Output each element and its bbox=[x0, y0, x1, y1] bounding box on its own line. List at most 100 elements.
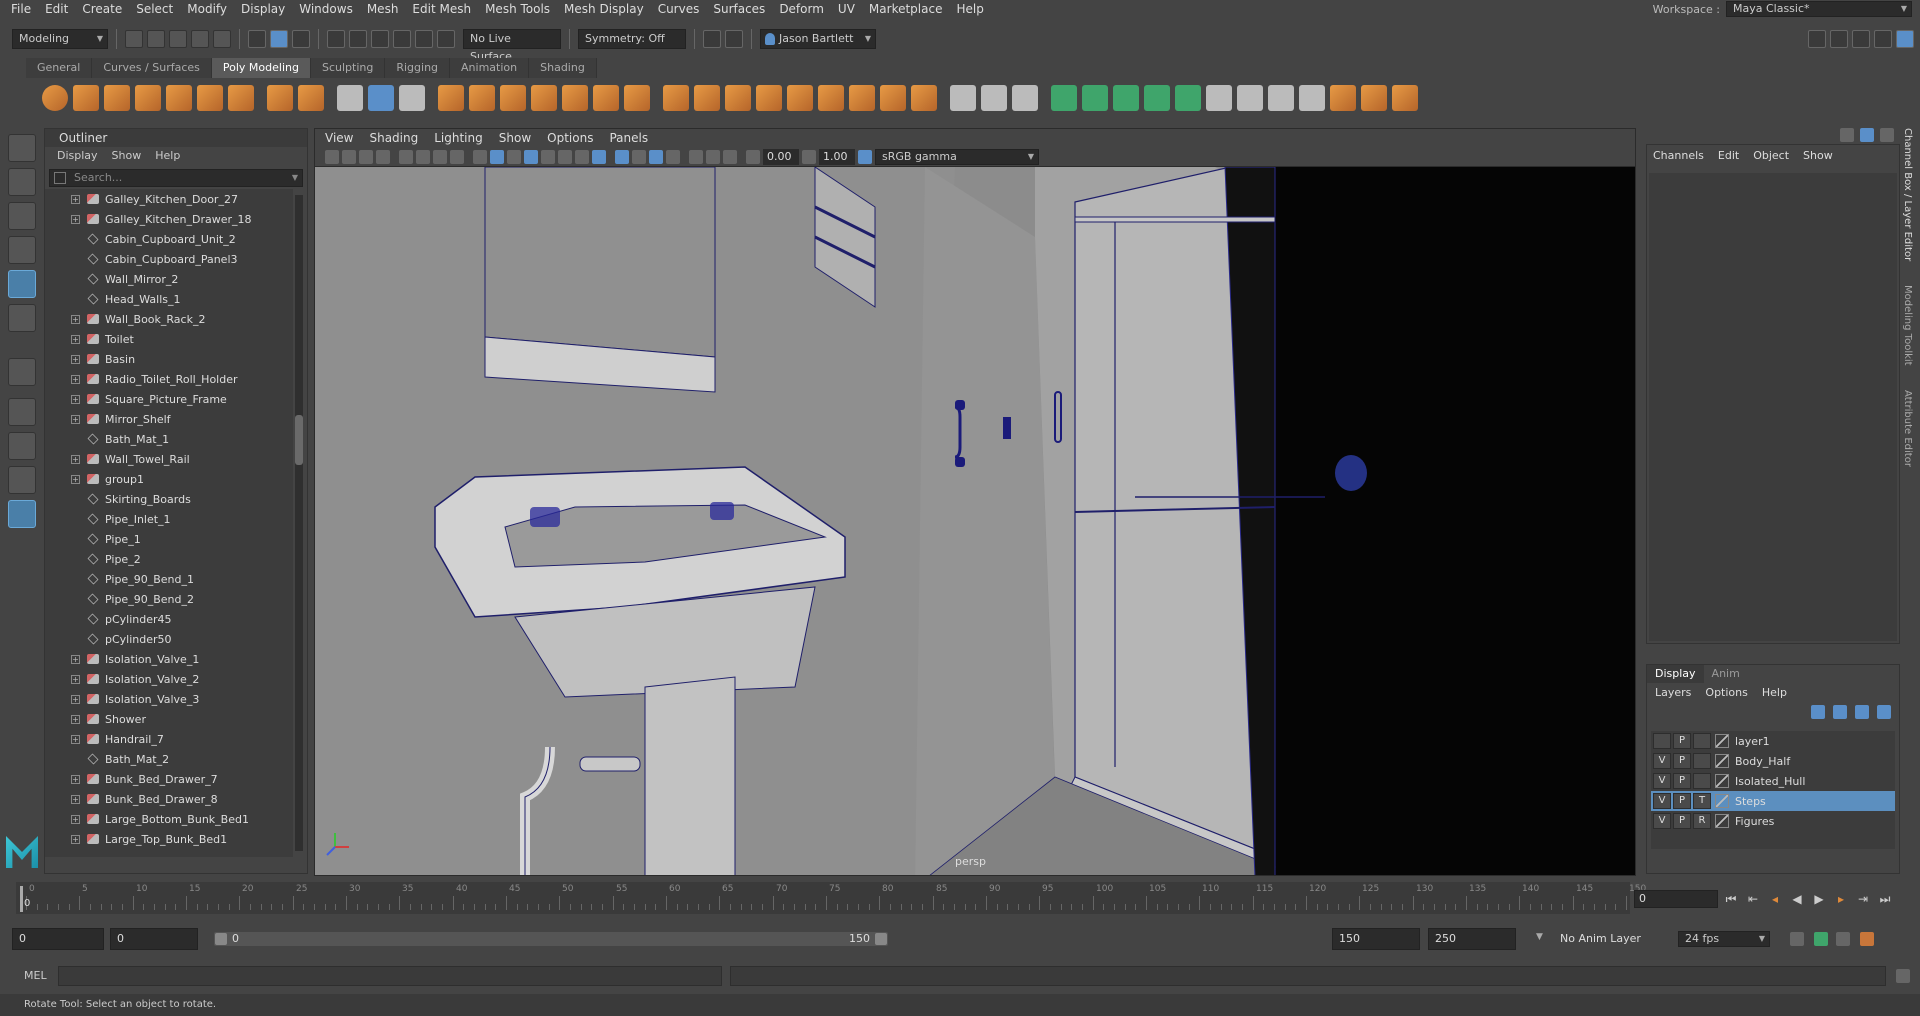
automatic-mapping-icon[interactable] bbox=[1082, 85, 1108, 111]
channel-box-body[interactable] bbox=[1649, 173, 1897, 641]
bevel-icon[interactable] bbox=[725, 85, 751, 111]
play-forwards-icon[interactable]: ▶ bbox=[1812, 892, 1826, 906]
gamma-icon[interactable] bbox=[802, 149, 816, 164]
channel-box-icon[interactable] bbox=[1896, 30, 1914, 48]
menu-set-dropdown[interactable]: Modeling ▼ bbox=[12, 29, 108, 49]
viewport-menu-lighting[interactable]: Lighting bbox=[434, 129, 483, 147]
poly-sphere-icon[interactable] bbox=[42, 85, 68, 111]
render-frame-icon[interactable] bbox=[703, 30, 721, 48]
current-frame-field[interactable]: 0 bbox=[1634, 890, 1718, 908]
tab-sculpting[interactable]: Sculpting bbox=[310, 58, 386, 78]
outliner-item[interactable]: + Isolation_Valve_3 bbox=[45, 689, 293, 709]
outliner-item[interactable]: Bath_Mat_1 bbox=[45, 429, 293, 449]
poly-disc-icon[interactable] bbox=[228, 85, 254, 111]
viewport-menu-show[interactable]: Show bbox=[499, 129, 531, 147]
playback-start-field[interactable]: 0 bbox=[110, 928, 198, 950]
display-type-toggle[interactable] bbox=[1693, 753, 1711, 769]
isolate-select-icon[interactable] bbox=[615, 149, 629, 164]
tab-modeling-toolkit[interactable]: Modeling Toolkit bbox=[1902, 285, 1913, 366]
expand-toggle-icon[interactable]: + bbox=[71, 194, 80, 204]
anim-layer-menu-icon[interactable]: ▼ bbox=[1536, 932, 1543, 942]
open-scene-icon[interactable] bbox=[147, 30, 165, 48]
range-slider[interactable]: 0 150 bbox=[214, 932, 888, 946]
menu-mesh-display[interactable]: Mesh Display bbox=[557, 0, 651, 18]
menu-modify[interactable]: Modify bbox=[180, 0, 234, 18]
outliner-item[interactable]: + Shower bbox=[45, 709, 293, 729]
snap-curve-icon[interactable] bbox=[349, 30, 367, 48]
outliner-item[interactable]: pCylinder45 bbox=[45, 609, 293, 629]
poly-type-icon[interactable] bbox=[368, 85, 394, 111]
poke-icon[interactable] bbox=[787, 85, 813, 111]
lasso-tool-icon[interactable] bbox=[8, 168, 36, 196]
sweep-mesh-icon[interactable] bbox=[337, 85, 363, 111]
svg-icon[interactable] bbox=[399, 85, 425, 111]
unfold-icon[interactable] bbox=[1299, 85, 1325, 111]
xray-joints-icon[interactable] bbox=[649, 149, 663, 164]
layer-menu-layers[interactable]: Layers bbox=[1655, 686, 1691, 699]
bevel-alt-icon[interactable] bbox=[756, 85, 782, 111]
outliner-item[interactable]: + Galley_Kitchen_Door_27 bbox=[45, 189, 293, 209]
time-slider[interactable]: 0 5 10 15 20 25 30 35 40 45 50 55 60 65 70 75 80 85 90 95 10… bbox=[16, 882, 1646, 914]
textured-icon[interactable] bbox=[541, 149, 555, 164]
expand-toggle-icon[interactable]: + bbox=[71, 794, 80, 804]
outliner-menu-show[interactable]: Show bbox=[112, 147, 142, 165]
visibility-toggle[interactable]: V bbox=[1653, 773, 1671, 789]
menu-help[interactable]: Help bbox=[949, 0, 990, 18]
ipr-render-icon[interactable] bbox=[725, 30, 743, 48]
viewport-menu-view[interactable]: View bbox=[325, 129, 353, 147]
expand-toggle-icon[interactable]: + bbox=[71, 654, 80, 664]
tab-shading[interactable]: Shading bbox=[529, 58, 597, 78]
outliner-scrollbar[interactable] bbox=[295, 195, 303, 851]
attribute-editor-icon[interactable] bbox=[1852, 30, 1870, 48]
display-type-toggle[interactable]: R bbox=[1693, 813, 1711, 829]
scene-end-field[interactable]: 250 bbox=[1428, 928, 1516, 950]
outliner-persp-layout-icon[interactable] bbox=[8, 500, 36, 528]
image-plane-icon[interactable] bbox=[376, 149, 390, 164]
layer-color-swatch[interactable] bbox=[1715, 734, 1729, 748]
outliner-item[interactable]: Cabin_Cupboard_Panel3 bbox=[45, 249, 293, 269]
expand-toggle-icon[interactable]: + bbox=[71, 694, 80, 704]
expand-toggle-icon[interactable]: + bbox=[71, 374, 80, 384]
field-chart-icon[interactable] bbox=[706, 149, 720, 164]
user-account-dropdown[interactable]: Jason Bartlett ▼ bbox=[760, 29, 876, 49]
outliner-menu-display[interactable]: Display bbox=[57, 147, 98, 165]
tab-anim-layers[interactable]: Anim bbox=[1704, 665, 1748, 683]
poly-cone-icon[interactable] bbox=[135, 85, 161, 111]
expand-toggle-icon[interactable]: + bbox=[71, 414, 80, 424]
snap-view-plane-icon[interactable] bbox=[393, 30, 411, 48]
select-by-object-icon[interactable] bbox=[292, 30, 310, 48]
poly-cylinder-icon[interactable] bbox=[104, 85, 130, 111]
tab-general[interactable]: General bbox=[26, 58, 93, 78]
expand-toggle-icon[interactable]: + bbox=[71, 474, 80, 484]
new-scene-icon[interactable] bbox=[125, 30, 143, 48]
outliner-item[interactable]: + Bunk_Bed_Drawer_8 bbox=[45, 789, 293, 809]
time-slider-playhead[interactable]: 0 bbox=[20, 886, 30, 912]
platonic-solid-icon[interactable] bbox=[267, 85, 293, 111]
channel-box-menu-show[interactable]: Show bbox=[1803, 149, 1833, 162]
scene-start-field[interactable]: 0 bbox=[12, 928, 104, 950]
outliner-item[interactable]: Pipe_90_Bend_2 bbox=[45, 589, 293, 609]
xray-components-icon[interactable] bbox=[666, 149, 680, 164]
new-layer-from-selection-icon[interactable] bbox=[1877, 705, 1891, 719]
outliner-item[interactable]: Skirting_Boards bbox=[45, 489, 293, 509]
use-all-lights-icon[interactable] bbox=[558, 149, 572, 164]
expand-toggle-icon[interactable]: + bbox=[71, 354, 80, 364]
layer-row[interactable]: V P Isolated_Hull bbox=[1651, 771, 1895, 791]
play-backwards-icon[interactable]: ◀ bbox=[1790, 892, 1804, 906]
tab-rigging[interactable]: Rigging bbox=[385, 58, 451, 78]
outliner-item[interactable]: + Toilet bbox=[45, 329, 293, 349]
make-hole-icon[interactable] bbox=[911, 85, 937, 111]
select-by-hierarchy-icon[interactable] bbox=[248, 30, 266, 48]
expand-toggle-icon[interactable]: + bbox=[71, 334, 80, 344]
smooth-shade-icon[interactable] bbox=[490, 149, 504, 164]
display-type-toggle[interactable] bbox=[1693, 773, 1711, 789]
loop-icon[interactable] bbox=[1790, 932, 1804, 946]
menu-create[interactable]: Create bbox=[75, 0, 129, 18]
camera-attributes-icon[interactable] bbox=[342, 149, 356, 164]
smooth-icon[interactable] bbox=[531, 85, 557, 111]
ambient-occlusion-icon[interactable] bbox=[592, 149, 606, 164]
command-language-toggle[interactable]: MEL bbox=[24, 969, 47, 982]
outliner-item[interactable]: Pipe_1 bbox=[45, 529, 293, 549]
viewport-menu-shading[interactable]: Shading bbox=[369, 129, 418, 147]
character-controls-icon[interactable] bbox=[1830, 30, 1848, 48]
